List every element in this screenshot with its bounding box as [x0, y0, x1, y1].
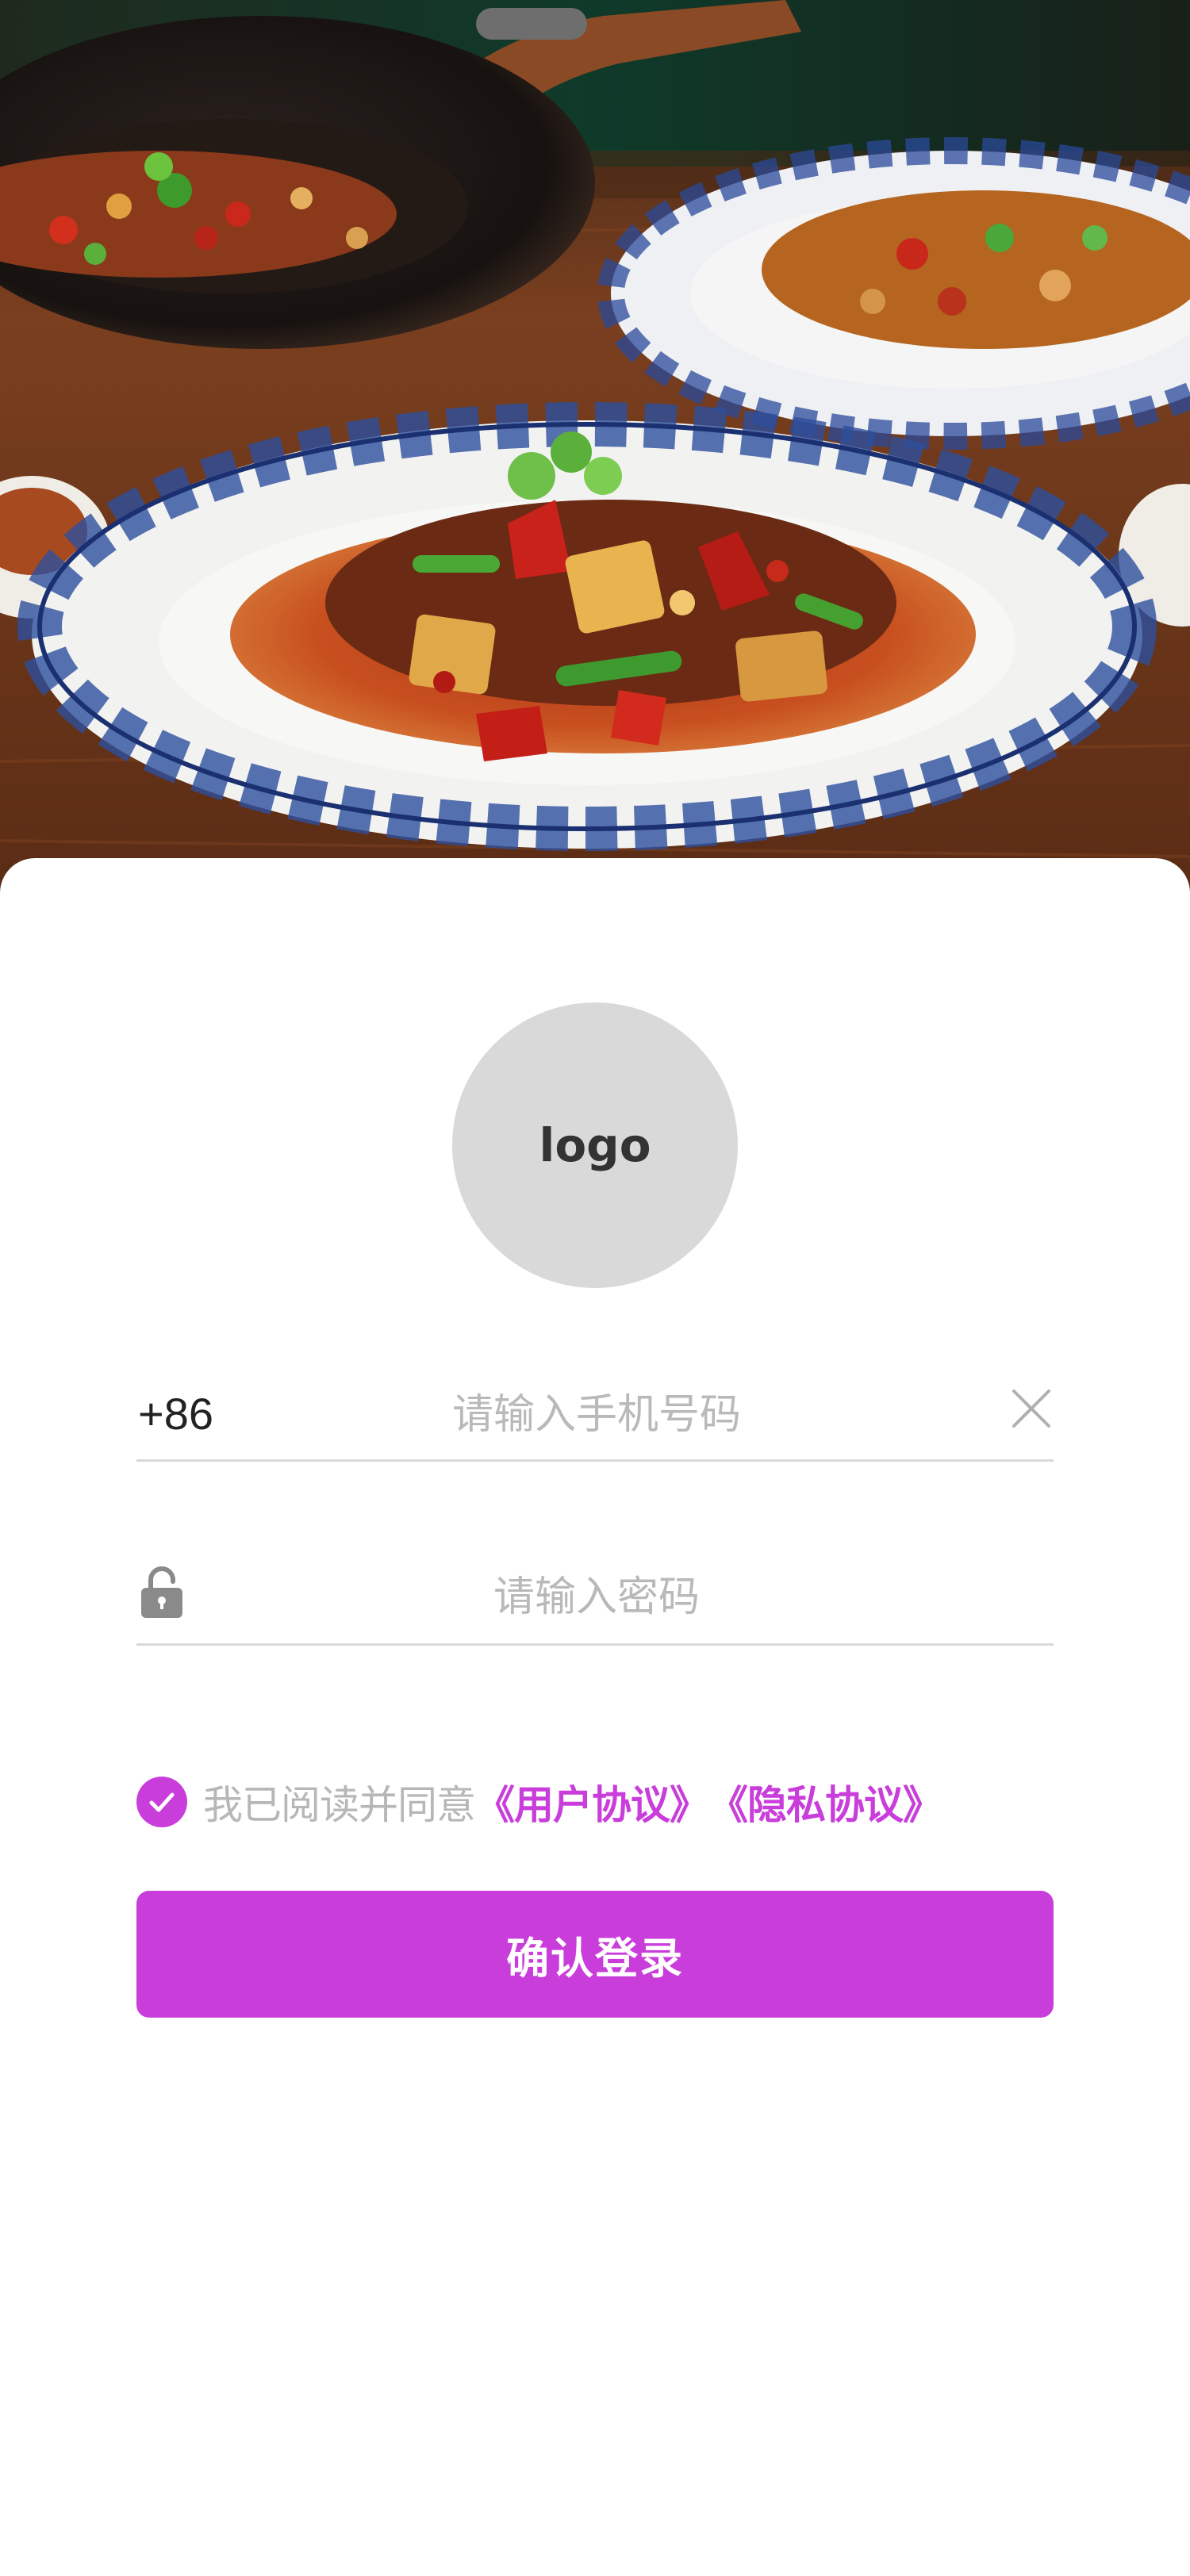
privacy-agreement-link[interactable]: 《隐私协议》	[708, 1773, 942, 1830]
agreement-text: 我已阅读并同意	[203, 1782, 476, 1828]
agreement-checkbox[interactable]	[136, 1777, 187, 1827]
food-photo-illustration	[0, 0, 1190, 904]
password-field	[136, 1531, 1054, 1646]
country-code[interactable]: +86	[138, 1388, 213, 1439]
unlock-icon	[140, 1564, 184, 1620]
checkmark-icon	[149, 1792, 175, 1812]
login-screen: logo +86 我已阅读并同意	[0, 0, 1190, 2576]
hero-food-image	[0, 0, 1190, 904]
password-input[interactable]	[327, 1566, 866, 1629]
logo-text: logo	[539, 1118, 651, 1172]
phone-input[interactable]	[327, 1383, 866, 1447]
phone-field: +86	[136, 1358, 1054, 1462]
app-logo: logo	[452, 1002, 738, 1288]
user-agreement-link[interactable]: 《用户协议》	[475, 1773, 709, 1830]
close-icon[interactable]	[1009, 1386, 1054, 1431]
agreement-row: 我已阅读并同意 《用户协议》 《隐私协议》	[136, 1770, 942, 1834]
confirm-login-button[interactable]: 确认登录	[136, 1891, 1054, 2018]
